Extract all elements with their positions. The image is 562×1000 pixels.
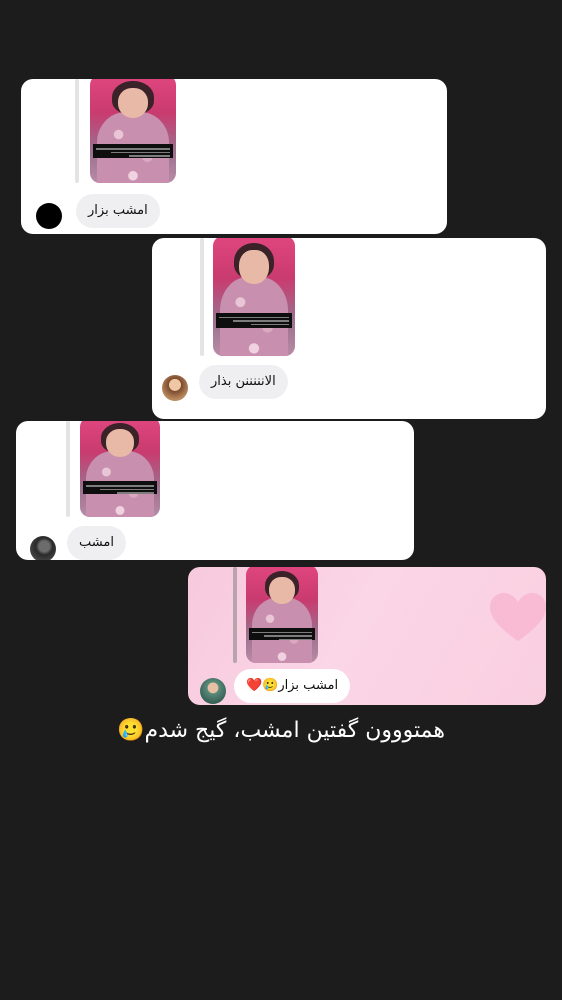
reply-bubble: الانننننن بذار [199, 365, 288, 399]
quote-bar [75, 79, 79, 183]
avatar[interactable] [162, 375, 188, 401]
reply-card-4: امشب بزار🥲❤️ [188, 567, 546, 705]
thumbnail-caption-box [216, 312, 292, 329]
avatar[interactable] [30, 536, 56, 560]
avatar[interactable] [36, 203, 62, 229]
thumbnail-caption-box [93, 144, 173, 159]
reply-card-1: امشب بزار [21, 79, 447, 234]
quote-bar [200, 238, 204, 356]
story-caption: همتووون گفتین امشب، گیج شدم🥲 [117, 718, 445, 743]
story-thumbnail[interactable] [80, 421, 160, 517]
reply-card-3: امشب [16, 421, 414, 560]
story-thumbnail[interactable] [246, 567, 318, 663]
story-thumbnail[interactable] [90, 79, 176, 183]
reply-bubble: امشب [67, 526, 126, 560]
reply-card-2: الانننننن بذار [152, 238, 546, 419]
thumbnail-caption-box [83, 481, 157, 494]
quote-bar [233, 567, 237, 663]
reply-bubble: امشب بزار🥲❤️ [234, 669, 351, 703]
avatar[interactable] [200, 678, 226, 704]
reply-bubble: امشب بزار [76, 194, 160, 228]
heart-icon [490, 593, 546, 641]
quote-bar [66, 421, 70, 517]
story-thumbnail[interactable] [213, 238, 295, 356]
thumbnail-caption-box [248, 627, 316, 641]
